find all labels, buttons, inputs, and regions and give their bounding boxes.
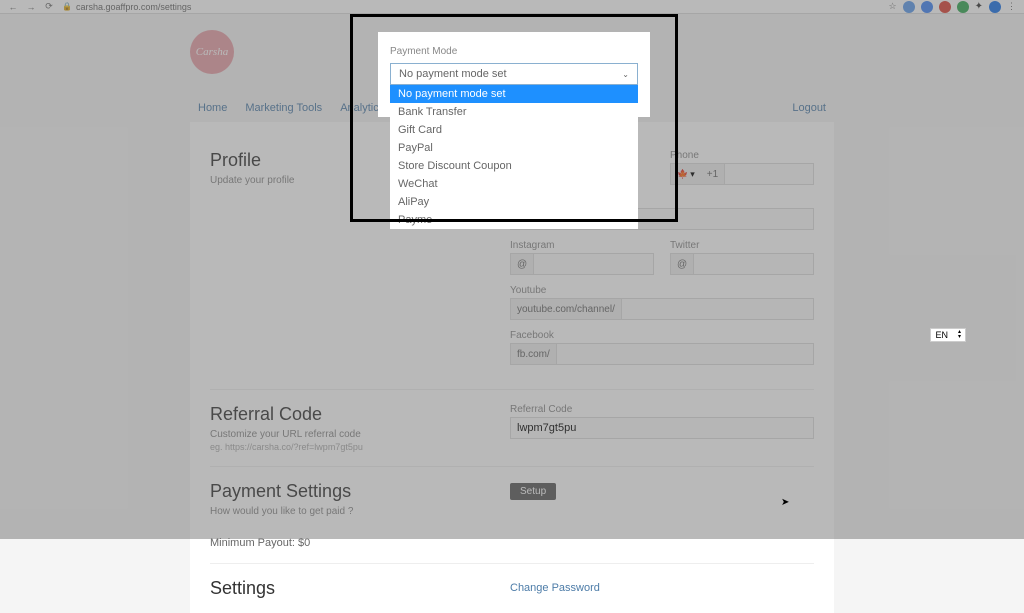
option-store-coupon[interactable]: Store Discount Coupon (390, 157, 638, 175)
chevron-down-icon: ⌄ (622, 70, 629, 79)
change-password-link[interactable]: Change Password (510, 582, 600, 594)
option-paypal[interactable]: PayPal (390, 139, 638, 157)
mouse-cursor: ➤ (781, 497, 789, 508)
payment-mode-modal: Payment Mode No payment mode set ⌄ No pa… (378, 32, 650, 117)
lang-arrows-icon: ▴▾ (958, 330, 961, 340)
settings-title: Settings (210, 578, 510, 599)
option-bank-transfer[interactable]: Bank Transfer (390, 103, 638, 121)
option-payme[interactable]: Payme (390, 211, 638, 229)
payment-mode-dropdown: No payment mode set Bank Transfer Gift C… (390, 85, 638, 229)
option-wechat[interactable]: WeChat (390, 175, 638, 193)
payment-mode-select[interactable]: No payment mode set ⌄ (390, 63, 638, 85)
language-selector[interactable]: EN ▴▾ (930, 328, 966, 342)
option-gift-card[interactable]: Gift Card (390, 121, 638, 139)
payment-mode-label: Payment Mode (390, 46, 638, 57)
option-alipay[interactable]: AliPay (390, 193, 638, 211)
option-no-payment[interactable]: No payment mode set (390, 85, 638, 103)
